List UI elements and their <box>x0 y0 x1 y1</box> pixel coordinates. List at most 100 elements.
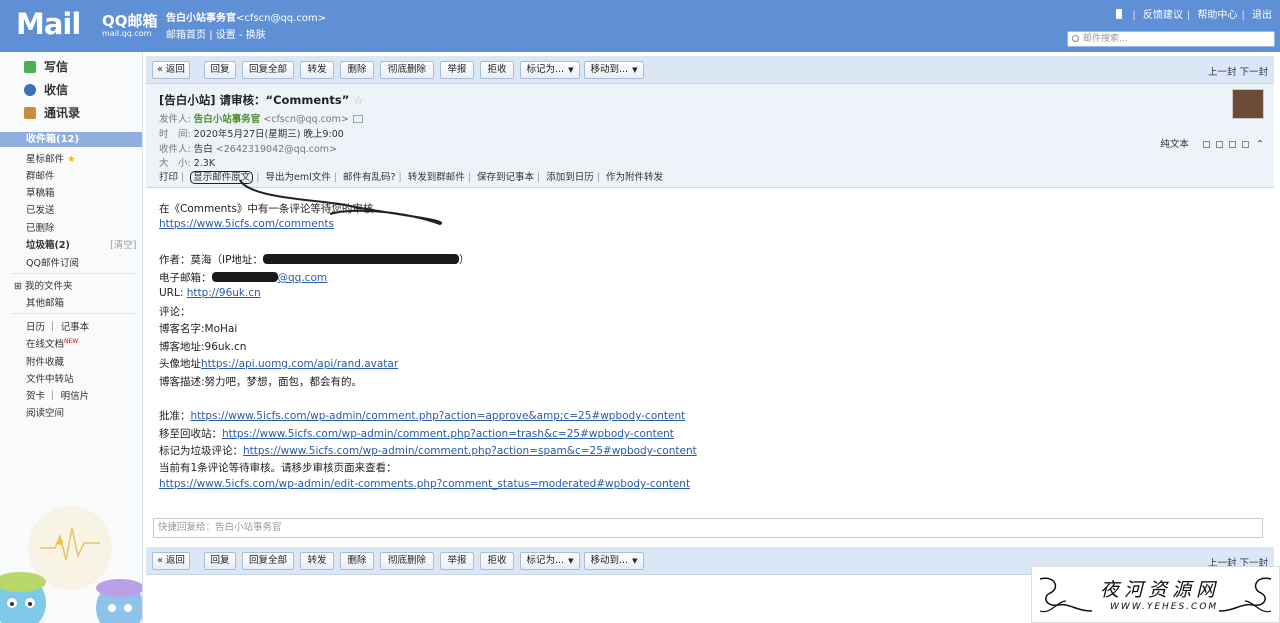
reply-all-button[interactable]: 回复全部 <box>242 61 294 79</box>
delete-button[interactable]: 删除 <box>340 61 374 79</box>
sidebar-item-deleted[interactable]: 已删除 <box>26 220 55 234</box>
mark-as-label: 标记为... <box>526 555 565 566</box>
mail-search-input[interactable]: 邮件搜索... <box>1067 31 1275 47</box>
qqmail-logo[interactable]: Mail QQ邮箱 mail.qq.com <box>16 7 158 43</box>
mark-as-label: 标记为... <box>526 64 565 75</box>
delete-permanent-button[interactable]: 彻底删除 <box>380 552 434 570</box>
feedback-link[interactable]: 反馈建议 <box>1143 10 1183 21</box>
forward-button[interactable]: 转发 <box>300 552 334 570</box>
reply-button[interactable]: 回复 <box>204 61 236 79</box>
notes-link[interactable]: 记事本 <box>61 322 90 333</box>
author-prefix: 作者：莫海（IP地址： <box>159 254 263 266</box>
mark-as-dropdown[interactable]: 标记为... ▼ <box>520 552 580 570</box>
report-button[interactable]: 举报 <box>440 552 474 570</box>
forward-button[interactable]: 转发 <box>300 61 334 79</box>
user-email: <cfscn@qq.com> <box>236 13 327 24</box>
logo-qq-text: QQ邮箱 <box>102 12 158 30</box>
prev-next-links[interactable]: 上一封 下一封 <box>1208 64 1268 78</box>
collapse-icon[interactable]: ⌃ <box>1256 139 1264 150</box>
receive-button[interactable]: 收信 <box>24 81 68 98</box>
user-info: 告白小站事务官<cfscn@qq.com> 邮箱首页 | 设置 - 换肤 <box>166 13 327 41</box>
chevron-down-icon: ▼ <box>632 66 638 74</box>
calendar-link[interactable]: 日历 <box>26 322 45 333</box>
new-window-icon[interactable] <box>1202 141 1210 148</box>
plain-text-link[interactable]: 纯文本 <box>1160 139 1189 150</box>
contacts-button[interactable]: 通讯录 <box>24 104 80 121</box>
forward-attachment-link[interactable]: 作为附件转发 <box>606 172 663 183</box>
sidebar-item-drafts[interactable]: 草稿箱 <box>26 185 55 199</box>
mailbox-home-link[interactable]: 邮箱首页 <box>166 30 206 41</box>
top-links: | 反馈建议 | 帮助中心 | 退出 <box>1116 6 1272 21</box>
help-link[interactable]: 帮助中心 <box>1197 10 1237 21</box>
settings-link[interactable]: 设置 <box>216 30 236 41</box>
sidebar-item-cards: 贺卡 ｜ 明信片 <box>26 391 90 402</box>
time-row: 时 间: 2020年5月27日(星期三) 晚上9:00 <box>159 126 344 140</box>
back-button[interactable]: « 返回 <box>152 61 190 79</box>
reject-button[interactable]: 拒收 <box>480 552 514 570</box>
author-url-link[interactable]: http://96uk.cn <box>187 287 261 299</box>
sidebar-item-groups[interactable]: 群邮件 <box>26 168 55 182</box>
save-notes-link[interactable]: 保存到记事本 <box>477 172 534 183</box>
sidebar-item-my-folders[interactable]: ⊞ 我的文件夹 <box>14 278 73 292</box>
sender-name[interactable]: 告白小站事务官 <box>194 114 261 125</box>
sidebar-item-subscriptions[interactable]: QQ邮件订阅 <box>26 255 79 269</box>
chevron-down-icon: ▼ <box>632 557 638 565</box>
trash-icon[interactable] <box>1242 141 1249 148</box>
reader-icon[interactable] <box>1215 141 1223 148</box>
cards-link[interactable]: 贺卡 <box>26 391 45 402</box>
ornament-right-icon <box>1218 577 1272 613</box>
contact-card-icon[interactable] <box>352 115 363 123</box>
recipient-email: <2642319042@qq.com> <box>215 144 338 155</box>
logout-link[interactable]: 退出 <box>1252 10 1272 21</box>
receive-label: 收信 <box>44 83 69 97</box>
move-to-dropdown[interactable]: 移动到... ▼ <box>584 552 644 570</box>
trash-link[interactable]: https://www.5icfs.com/wp-admin/comment.p… <box>222 428 674 440</box>
recipient-name[interactable]: 告白 <box>194 144 213 155</box>
sidebar-item-file-transfer[interactable]: 文件中转站 <box>26 371 74 385</box>
sidebar-item-online-docs[interactable]: 在线文档NEW <box>26 336 78 350</box>
sidebar-item-sent[interactable]: 已发送 <box>26 202 55 216</box>
expand-icon[interactable]: ⊞ <box>14 281 25 292</box>
sidebar-item-spam[interactable]: 垃圾箱(2) <box>26 237 70 251</box>
compose-button[interactable]: 写信 <box>24 58 68 75</box>
sidebar-item-starred[interactable]: 星标邮件 ★ <box>26 151 76 165</box>
move-to-label: 移动到... <box>590 555 629 566</box>
approve-line: 批准：https://www.5icfs.com/wp-admin/commen… <box>159 408 685 423</box>
spam-link[interactable]: https://www.5icfs.com/wp-admin/comment.p… <box>243 445 697 457</box>
blog-name: 博客名字:MoHai <box>159 323 238 335</box>
time-label: 时 间: <box>159 129 191 140</box>
sidebar-item-inbox[interactable]: 收件箱(12) <box>0 132 142 147</box>
move-to-dropdown[interactable]: 移动到... ▼ <box>584 61 644 79</box>
mark-as-dropdown[interactable]: 标记为... ▼ <box>520 61 580 79</box>
reply-button[interactable]: 回复 <box>204 552 236 570</box>
moderated-link[interactable]: https://www.5icfs.com/wp-admin/edit-comm… <box>159 478 690 490</box>
change-skin-link[interactable]: 换肤 <box>246 30 266 41</box>
approve-link[interactable]: https://www.5icfs.com/wp-admin/comment.p… <box>191 410 686 422</box>
reply-all-button[interactable]: 回复全部 <box>242 552 294 570</box>
report-button[interactable]: 举报 <box>440 61 474 79</box>
email-suffix[interactable]: @qq.com <box>278 272 328 284</box>
move-to-label: 移动到... <box>590 64 629 75</box>
spam-clear-link[interactable]: [清空] <box>110 237 136 251</box>
mobile-icon[interactable] <box>1116 9 1123 19</box>
sidebar-item-reading[interactable]: 阅读空间 <box>26 405 64 419</box>
reject-button[interactable]: 拒收 <box>480 61 514 79</box>
star-outline-icon[interactable]: ☆ <box>353 93 363 107</box>
sender-avatar[interactable] <box>1232 89 1264 119</box>
back-button[interactable]: « 返回 <box>152 552 190 570</box>
print-icon[interactable] <box>1228 141 1236 148</box>
sidebar-divider <box>10 273 136 274</box>
size-label: 大 小: <box>159 158 191 169</box>
delete-permanent-button[interactable]: 彻底删除 <box>380 61 434 79</box>
avatar-url-link[interactable]: https://api.uomg.com/api/rand.avatar <box>201 358 398 370</box>
delete-button[interactable]: 删除 <box>340 552 374 570</box>
sidebar-item-other-mail[interactable]: 其他邮箱 <box>26 295 64 309</box>
contacts-label: 通讯录 <box>44 106 81 120</box>
postcards-link[interactable]: 明信片 <box>61 391 90 402</box>
sidebar-item-attachments[interactable]: 附件收藏 <box>26 354 64 368</box>
add-calendar-link[interactable]: 添加到日历 <box>546 172 594 183</box>
sidebar: 写信 收信 通讯录 收件箱(12) 星标邮件 ★ 群邮件 草稿箱 已发送 已删除… <box>0 52 143 623</box>
trash-line: 移至回收站：https://www.5icfs.com/wp-admin/com… <box>159 426 674 441</box>
size-value: 2.3K <box>193 158 216 169</box>
quick-reply-input[interactable]: 快捷回复给：告白小站事务官 <box>153 518 1263 538</box>
